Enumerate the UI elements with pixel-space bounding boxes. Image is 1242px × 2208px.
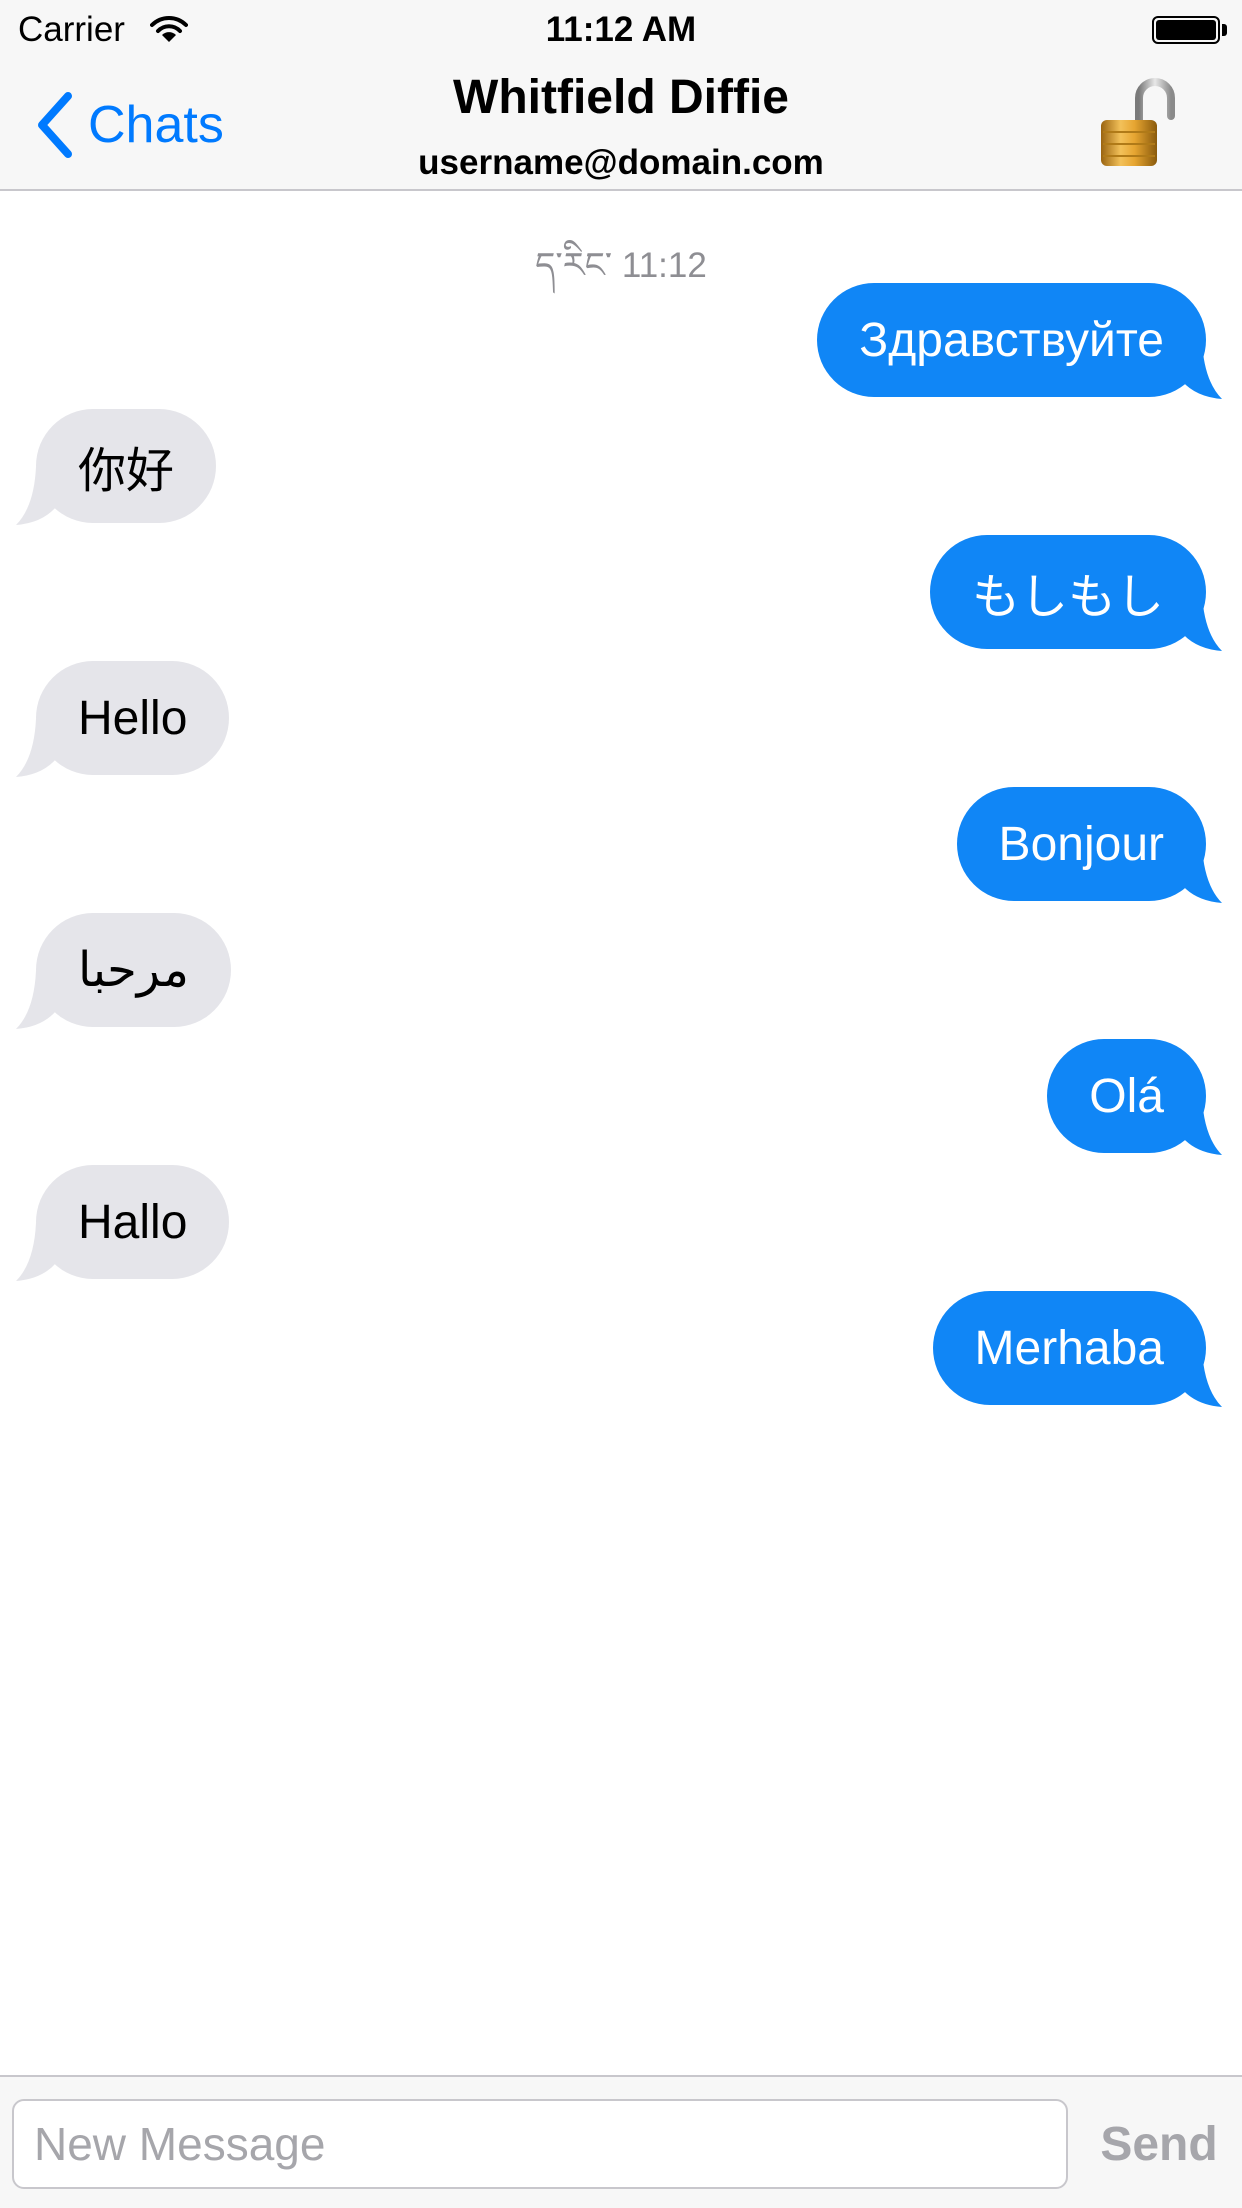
outgoing-message-bubble[interactable]: Merhaba: [932, 1291, 1206, 1405]
battery-tip: [1222, 24, 1227, 36]
incoming-message-bubble[interactable]: مرحبا: [36, 913, 231, 1027]
battery-full-icon: [1152, 16, 1220, 44]
send-button[interactable]: Send: [1088, 2099, 1230, 2189]
outgoing-message-bubble[interactable]: もしもし: [929, 535, 1206, 649]
outgoing-bubble-tail: [1182, 1349, 1222, 1407]
incoming-bubble-tail: [16, 971, 56, 1029]
outgoing-message-bubble[interactable]: Bonjour: [956, 787, 1206, 901]
incoming-bubble-tail: [16, 467, 56, 525]
incoming-message-bubble[interactable]: 你好: [36, 409, 217, 523]
outgoing-bubble-tail: [1182, 341, 1222, 399]
outgoing-bubble-tail: [1182, 845, 1222, 903]
new-message-input[interactable]: [12, 2099, 1068, 2189]
contact-address: username@domain.com: [418, 143, 824, 182]
incoming-bubble-tail: [16, 1223, 56, 1281]
incoming-message-bubble[interactable]: Hello: [36, 661, 230, 775]
incoming-bubble-tail: [16, 719, 56, 777]
navigation-header: Carrier 11:12 AM Chats Whitfield Diffie …: [0, 0, 1242, 191]
incoming-message-bubble[interactable]: Hallo: [36, 1165, 230, 1279]
padlock-open-icon[interactable]: [1095, 78, 1177, 170]
status-time: 11:12 AM: [545, 10, 697, 49]
outgoing-message-bubble[interactable]: Здравствуйте: [817, 283, 1206, 397]
outgoing-bubble-tail: [1182, 1097, 1222, 1155]
message-list[interactable]: ད་རིང་ 11:12 Здравствуйте 你好 もしもし Hello …: [0, 191, 1242, 2075]
message-input-bar: Send: [0, 2075, 1242, 2208]
outgoing-bubble-tail: [1182, 593, 1222, 651]
contact-name: Whitfield Diffie: [453, 71, 789, 124]
